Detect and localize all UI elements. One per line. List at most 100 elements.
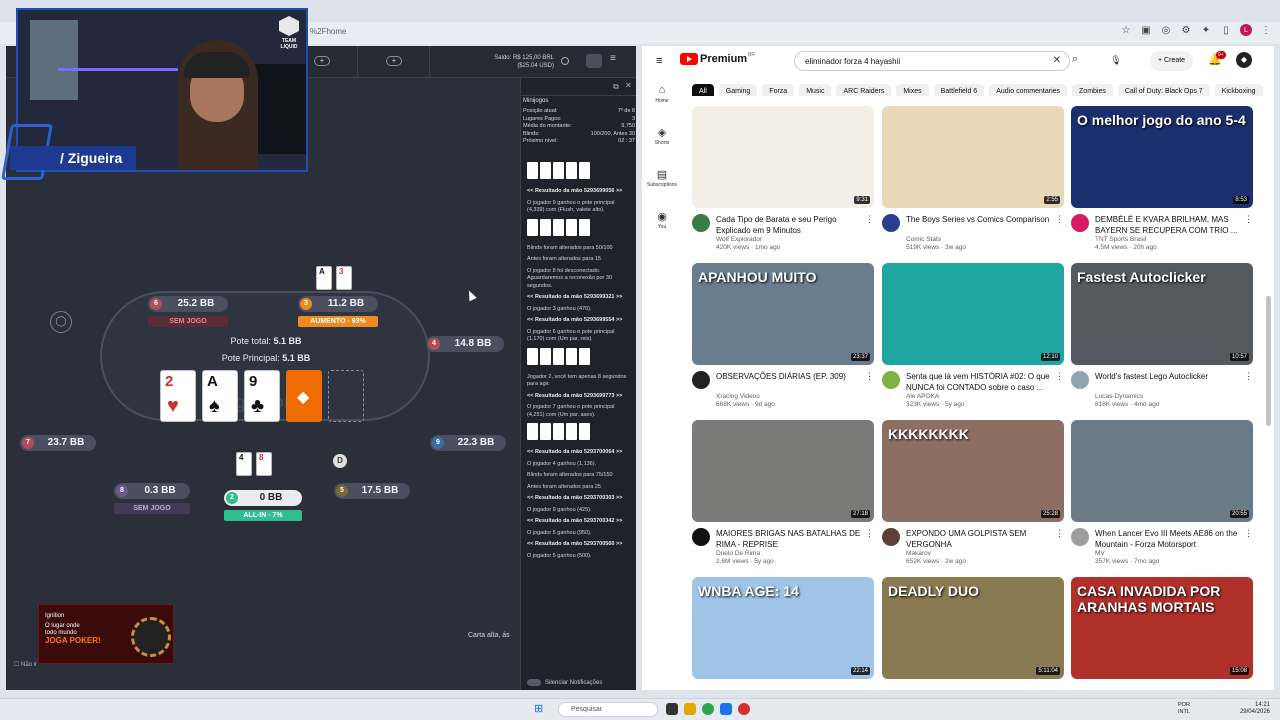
channel-name[interactable]: Wolf Explorador [716, 236, 762, 243]
video-thumbnail[interactable]: 20:55 [1071, 420, 1253, 522]
seat-5[interactable]: 5 17.5 BB [334, 483, 410, 499]
channel-name[interactable]: Ale APOKA [906, 393, 939, 400]
search-input[interactable]: eliminador forza 4 hayashii ✕ [794, 51, 1070, 71]
channel-avatar[interactable] [882, 214, 900, 232]
filter-chip[interactable]: Kickboxing [1214, 84, 1263, 96]
more-options-icon[interactable]: ⋮ [1055, 371, 1064, 382]
video-card[interactable]: Fastest Autoclicker 10:57 World's fastest … [1071, 263, 1253, 411]
profile-avatar-icon[interactable]: L [1240, 24, 1252, 36]
scrollbar[interactable] [1266, 296, 1271, 426]
video-thumbnail[interactable]: 2:55 [882, 106, 1064, 208]
seat-9[interactable]: 9 22.3 BB [430, 435, 506, 451]
browser-menu-icon[interactable]: ⋮ [1260, 24, 1272, 36]
hand-history[interactable]: << Resultado da mão 5293699056 >> O jogad… [527, 162, 633, 672]
bookmark-star-icon[interactable]: ☆ [1120, 24, 1132, 36]
video-card[interactable]: APANHOU MUITO 23:37 OBSERVAÇÕES DIÁRIAS (E… [692, 263, 874, 411]
channel-name[interactable]: Duelo De Rima [716, 550, 760, 557]
search-icon[interactable]: ⌕ [1072, 53, 1078, 66]
video-thumbnail[interactable]: 9:31 [692, 106, 874, 208]
channel-name[interactable]: Comic Stats [906, 236, 941, 243]
video-title[interactable]: EXPONDO UMA GOLPISTA SEM VERGONHA [906, 528, 1052, 550]
filter-chip[interactable]: Gaming [718, 84, 758, 96]
sidebar-item-you[interactable]: ◉ You [642, 210, 682, 248]
empty-seat-icon[interactable]: ◯ [50, 311, 72, 333]
video-thumbnail[interactable]: CASA INVADIDA POR ARANHAS MORTAIS 15:08 [1071, 577, 1253, 679]
close-icon[interactable]: ✕ [625, 81, 632, 90]
filter-chip[interactable]: All [692, 84, 714, 96]
seat-2-hero[interactable]: 20 BB [224, 490, 302, 506]
input-language[interactable]: POR INTL [1178, 702, 1190, 716]
video-card[interactable]: 20:55 When Lancer Evo III Meets AE86 on t… [1071, 420, 1253, 568]
channel-avatar[interactable] [882, 528, 900, 546]
more-options-icon[interactable]: ⋮ [1244, 371, 1253, 382]
seat-6[interactable]: 6 25.2 BB [148, 296, 228, 312]
channel-name[interactable]: Makarov [906, 550, 931, 557]
seat-7[interactable]: 7 23.7 BB [20, 435, 96, 451]
chrome-icon[interactable] [702, 703, 714, 715]
video-title[interactable]: Senta que lá vem HISTÓRIA #02: O que NUN… [906, 371, 1052, 393]
task-view-icon[interactable] [666, 703, 678, 715]
popout-icon[interactable]: ⧉ [613, 82, 619, 92]
address-bar-text[interactable]: %2Fhome [310, 27, 346, 36]
video-thumbnail[interactable]: 12:10 [882, 263, 1064, 365]
video-thumbnail[interactable]: APANHOU MUITO 23:37 [692, 263, 874, 365]
seat-8[interactable]: 8 0.3 BB [114, 483, 190, 499]
add-table-icon[interactable]: + [386, 56, 402, 66]
video-card[interactable]: KKKKKKKK 25:28 EXPONDO UMA GOLPISTA SEM VE… [882, 420, 1064, 568]
video-card[interactable]: WNBA AGE: 14 22:14 [692, 577, 874, 679]
video-card[interactable]: 9:31 Cada Tipo de Barata e seu Perigo Exp… [692, 106, 874, 254]
add-table-icon[interactable]: + [314, 56, 330, 66]
channel-name[interactable]: TNT Sports Brasil [1095, 236, 1146, 243]
silence-notifications-toggle[interactable]: Silenciar Notificações [527, 678, 602, 686]
video-thumbnail[interactable]: O melhor jogo do ano 5-4 8:53 [1071, 106, 1253, 208]
video-title[interactable]: MAIORES BRIGAS NAS BATALHAS DE RIMA - RE… [716, 528, 862, 550]
filter-chip[interactable]: Battlefield 6 [933, 84, 985, 96]
more-options-icon[interactable]: ⋮ [1244, 528, 1253, 539]
video-card[interactable]: CASA INVADIDA POR ARANHAS MORTAIS 15:08 [1071, 577, 1253, 679]
more-options-icon[interactable]: ⋮ [1055, 528, 1064, 539]
channel-name[interactable]: Xracing Videos [716, 393, 760, 400]
more-options-icon[interactable]: ⋮ [865, 214, 874, 225]
filter-chip[interactable]: Call of Duty: Black Ops 7 [1117, 84, 1210, 96]
video-thumbnail[interactable]: DEADLY DUO 5:11:04 [882, 577, 1064, 679]
poker-tab[interactable]: + [358, 46, 430, 78]
app-icon[interactable] [720, 703, 732, 715]
video-title[interactable]: Cada Tipo de Barata e seu Perigo Explica… [716, 214, 862, 236]
taskbar-search[interactable]: Pesquisar [558, 702, 658, 717]
seat-4[interactable]: 4 14.8 BB [426, 336, 504, 352]
clear-search-icon[interactable]: ✕ [1053, 55, 1061, 66]
seat-3[interactable]: 3 11.2 BB [298, 296, 378, 312]
sidebar-item-subscriptions[interactable]: ▤ Subscriptions [642, 168, 682, 206]
extension-icon[interactable]: ▣ [1140, 24, 1152, 36]
filter-chip[interactable]: Zombies [1072, 84, 1113, 96]
video-title[interactable]: The Boys Series vs Comics Comparison [906, 214, 1052, 225]
nao-ir-checkbox[interactable]: ☐ Não ir [14, 661, 37, 668]
video-thumbnail[interactable]: 27:18 [692, 420, 874, 522]
extensions-puzzle-icon[interactable]: ✦ [1200, 24, 1212, 36]
app-icon[interactable] [738, 703, 750, 715]
filter-chip[interactable]: Audio commentaries [989, 84, 1068, 96]
channel-avatar[interactable] [692, 214, 710, 232]
video-thumbnail[interactable]: WNBA AGE: 14 22:14 [692, 577, 874, 679]
menu-icon[interactable]: ≡ [610, 53, 616, 64]
youtube-logo[interactable]: Premium BR [680, 52, 755, 65]
refresh-icon[interactable] [561, 57, 569, 65]
filter-chip[interactable]: Music [799, 84, 832, 96]
video-thumbnail[interactable]: Fastest Autoclicker 10:57 [1071, 263, 1253, 365]
channel-name[interactable]: MV [1095, 550, 1105, 557]
extension-icon[interactable]: ⚙ [1180, 24, 1192, 36]
more-options-icon[interactable]: ⋮ [865, 528, 874, 539]
channel-avatar[interactable] [882, 371, 900, 389]
more-options-icon[interactable]: ⋮ [1244, 214, 1253, 225]
video-card[interactable]: 2:55 The Boys Series vs Comics Comparison… [882, 106, 1064, 254]
video-title[interactable]: When Lancer Evo III Meets AE86 on the Mo… [1095, 528, 1241, 550]
hamburger-menu-icon[interactable]: ≡ [656, 55, 662, 67]
system-clock[interactable]: 14:21 29/04/2026 [1240, 702, 1270, 716]
create-button[interactable]: + Create [1150, 51, 1194, 71]
more-options-icon[interactable]: ⋮ [865, 371, 874, 382]
channel-avatar[interactable] [692, 371, 710, 389]
filter-chip[interactable]: Mixes [896, 84, 929, 96]
video-card[interactable]: 27:18 MAIORES BRIGAS NAS BATALHAS DE RIMA… [692, 420, 874, 568]
more-options-icon[interactable]: ⋮ [1055, 214, 1064, 225]
video-title[interactable]: World's fastest Lego Autoclicker [1095, 371, 1241, 382]
